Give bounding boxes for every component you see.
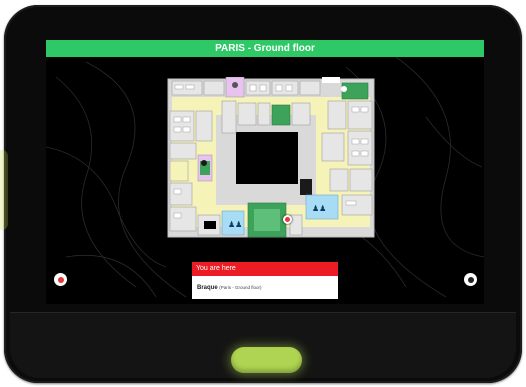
side-glow [0,150,8,230]
you-are-here-marker [283,215,292,224]
location-info-panel: You are here Braque (Paris - Ground floo… [192,262,338,299]
floor-title: PARIS - Ground floor [46,40,484,57]
panel-body: Braque (Paris - Ground floor) [192,276,338,299]
kiosk-screen: PARIS - Ground floor ♟♟ ♟♟ You are here … [46,40,484,304]
home-button[interactable] [231,347,302,373]
location-target-icon[interactable] [54,273,67,286]
room-location: (Paris - Ground floor) [219,285,262,290]
floor-plan[interactable]: ♟♟ ♟♟ [166,77,378,241]
restroom-icon: ♟♟ [228,220,242,229]
panel-header: You are here [192,262,338,276]
room-name: Braque [197,285,218,291]
compass-icon[interactable] [464,273,477,286]
restroom-icon: ♟♟ [312,204,326,213]
